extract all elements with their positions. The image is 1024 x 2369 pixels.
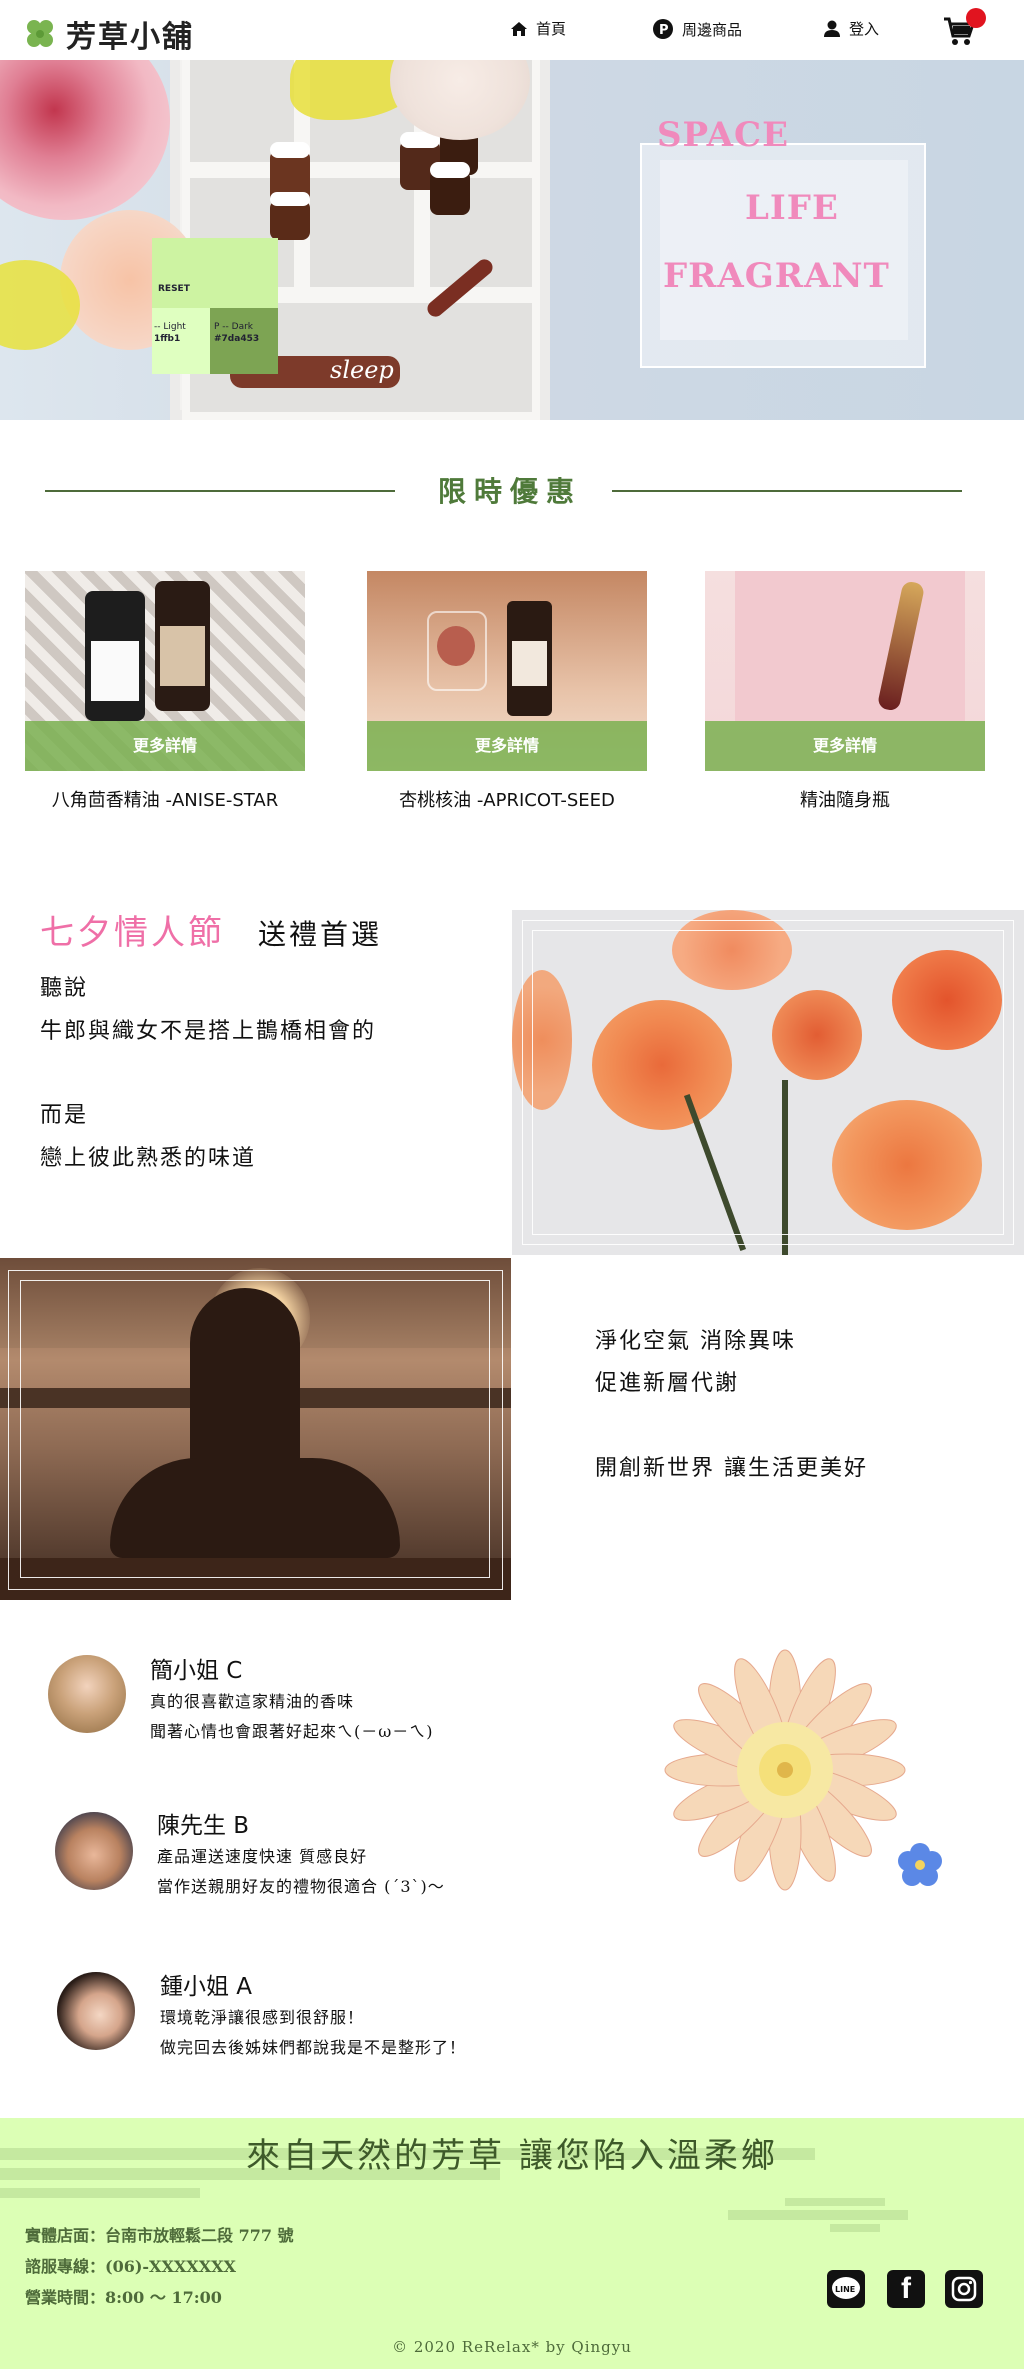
review-line: 真的很喜歡這家精油的香味 — [150, 1692, 355, 1711]
logo-text: 芳草小舖 — [66, 20, 194, 55]
review-line: 聞著心情也會跟著好起來ㄟ(－ω－ㄟ) — [150, 1722, 434, 1741]
product-card-apricot[interactable]: 更多詳情 杏桃核油 -APRICOT-SEED — [367, 571, 647, 811]
nav-login-label: 登入 — [849, 20, 880, 38]
line-icon[interactable]: LINE — [827, 2270, 865, 2308]
dahlia-image — [664, 1649, 906, 1891]
forget-me-not-image — [898, 1843, 942, 1886]
title-divider-left — [45, 490, 395, 492]
copyright: © 2020 ReRelax* by Qingyu — [392, 2338, 632, 2356]
color-swatch: RESET -- Light 1ffb1 P -- Dark #7da453 — [152, 238, 278, 374]
p-badge-icon: P — [653, 19, 673, 39]
swatch-dark-label: P -- Dark — [214, 322, 254, 332]
photo-frame — [532, 930, 1004, 1235]
qixi-heading: 七夕情人節 送禮首選 — [40, 905, 379, 954]
nav-login[interactable]: 登入 — [823, 18, 879, 39]
roses-image — [512, 910, 1024, 1255]
swatch-reset: RESET — [158, 284, 190, 294]
service-phone: 諮服專線：(06)-XXXXXXX — [25, 2257, 236, 2276]
product-card-roller[interactable]: 更多詳情 精油隨身瓶 — [705, 571, 985, 811]
photo-frame — [20, 1280, 490, 1578]
promo-section-title: 限時優惠 — [0, 470, 1024, 510]
hero-banner: sleep RESET -- Light 1ffb1 P -- Dark #7d… — [0, 60, 1024, 420]
footer-bar — [0, 2188, 200, 2198]
cart-badge — [966, 8, 986, 28]
review-line: 環境乾淨讓很感到很舒服！ — [160, 2008, 365, 2027]
qixi-subtitle: 送禮首選 — [258, 918, 383, 951]
logo[interactable]: 芳草小舖 — [22, 12, 194, 56]
avatar — [57, 1972, 135, 2050]
more-details-button[interactable]: 更多詳情 — [705, 721, 985, 771]
review-line: 產品運送速度快速 質感良好 — [157, 1847, 368, 1866]
store-address: 實體店面：台南市放輕鬆二段 777 號 — [25, 2226, 294, 2245]
business-hours: 營業時間：8:00 ～ 17:00 — [25, 2288, 222, 2307]
nav-home[interactable]: 首頁 — [510, 18, 566, 39]
qixi-line: 牛郎與織女不是搭上鵲橋相會的 — [40, 1019, 377, 1044]
product-name: 杏桃核油 -APRICOT-SEED — [399, 790, 615, 811]
nav-products-label: 周邊商品 — [682, 20, 743, 39]
bottle-label-shape — [160, 626, 205, 686]
line-icon-label: LINE — [835, 2285, 855, 2294]
svg-text:P: P — [659, 23, 669, 38]
purify-line: 開創新世界 讓生活更美好 — [595, 1456, 868, 1481]
review-line: 當作送親朋好友的禮物很適合 (´3`)～ — [157, 1877, 445, 1896]
card-background-shape — [735, 571, 965, 721]
yoga-image — [0, 1258, 511, 1600]
hero-text-panel — [660, 160, 908, 340]
nav-home-label: 首頁 — [536, 20, 567, 38]
reviewer-name: 簡小姐 C — [150, 1658, 243, 1684]
product-card-anise[interactable]: 更多詳情 八角茴香精油 -ANISE-STAR — [25, 571, 305, 811]
footer-slogan: 來自天然的芳草 讓您陷入溫柔鄉 — [246, 2136, 778, 2176]
nav-products[interactable]: P 周邊商品 — [652, 18, 742, 40]
flower-shape — [437, 626, 475, 666]
reviewer-name: 鍾小姐 A — [160, 1974, 253, 2000]
review-line: 做完回去後姊妹們都說我是不是整形了！ — [160, 2038, 467, 2057]
swatch-light-label: -- Light — [154, 322, 186, 332]
bottle-label-shape — [512, 641, 547, 686]
instagram-icon[interactable] — [945, 2270, 983, 2308]
footer-bar — [830, 2224, 880, 2232]
product-name: 精油隨身瓶 — [800, 790, 890, 811]
footer-bar — [785, 2198, 885, 2206]
reviewer-name: 陳先生 B — [157, 1813, 250, 1839]
more-details-button[interactable]: 更多詳情 — [367, 721, 647, 771]
qixi-line: 聽說 — [40, 976, 89, 1001]
more-details-button[interactable]: 更多詳情 — [25, 721, 305, 771]
clover-icon — [27, 20, 53, 47]
product-name: 八角茴香精油 -ANISE-STAR — [51, 790, 279, 811]
user-icon — [824, 20, 840, 37]
home-icon — [511, 21, 527, 36]
site-header: 芳草小舖 首頁 P 周邊商品 登入 — [0, 0, 1024, 60]
bottle-label-shape — [91, 641, 139, 701]
qixi-line: 而是 — [40, 1103, 89, 1128]
title-divider-right — [612, 490, 962, 492]
hero-word-life: LIFE — [745, 188, 839, 228]
purify-line: 促進新層代謝 — [595, 1371, 740, 1396]
promo-title: 限時優惠 — [437, 475, 582, 508]
sleep-label: sleep — [330, 356, 394, 384]
qixi-line: 戀上彼此熟悉的味道 — [40, 1146, 257, 1171]
swatch-light-value: 1ffb1 — [154, 334, 181, 344]
swatch-top — [152, 238, 278, 308]
swatch-dark-value: #7da453 — [214, 334, 260, 344]
facebook-icon-label: f — [901, 2272, 911, 2305]
hero-word-space: SPACE — [657, 115, 790, 155]
purify-line: 淨化空氣 消除異味 — [595, 1329, 796, 1354]
hero-word-fragrant: FRAGRANT — [663, 256, 890, 296]
avatar — [48, 1655, 126, 1733]
avatar — [55, 1812, 133, 1890]
footer-bar — [728, 2210, 908, 2220]
qixi-title: 七夕情人節 — [40, 913, 225, 953]
facebook-icon[interactable]: f — [887, 2270, 925, 2308]
rose-image — [0, 60, 170, 220]
